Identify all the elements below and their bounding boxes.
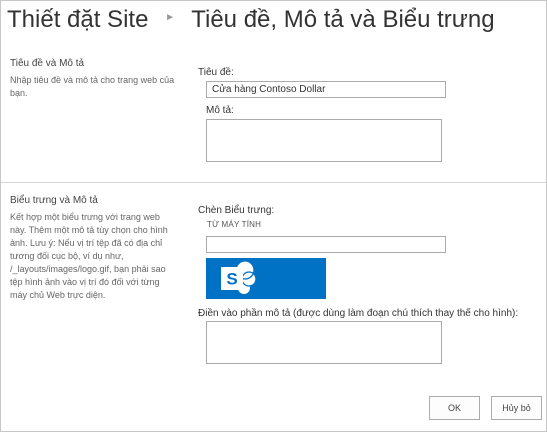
sharepoint-logo-icon: S [221,260,257,294]
title-section-heading: Tiêu đề và Mô tả [10,58,85,69]
title-section-description: Nhập tiêu đề và mô tả cho trang web của … [10,75,175,98]
dialog-frame: Thiết đặt Site ► Tiêu đề, Mô tả và Biểu … [0,0,547,432]
page-title-text: Tiêu đề, Mô tả và Biểu trưng [191,6,495,33]
description-textarea[interactable] [206,119,442,162]
title-field-label: Tiêu đề: [198,67,234,78]
svg-text:S: S [226,270,237,289]
insert-logo-label: Chèn Biểu trưng: [198,205,275,216]
cancel-button[interactable]: Hủy bỏ [491,396,542,420]
logo-section-heading: Biểu trưng và Mô tả [10,195,98,206]
logo-url-input[interactable] [206,236,446,253]
logo-preview: S [206,258,326,299]
section-divider [1,182,546,183]
breadcrumb-separator-icon: ► [165,11,175,23]
alt-text-label: Điền vào phần mô tả (được dùng làm đoạn … [198,308,519,319]
page-title: Thiết đặt Site ► Tiêu đề, Mô tả và Biểu … [7,3,495,37]
logo-section-description: Kết hợp một biểu trưng với trang web này… [10,212,168,300]
alt-text-textarea[interactable] [206,321,442,364]
ok-button[interactable]: OK [429,396,480,420]
title-input[interactable] [206,81,446,98]
breadcrumb-root[interactable]: Thiết đặt Site [7,6,148,33]
from-computer-link[interactable]: TỪ MÁY TÍNH [207,220,261,229]
description-field-label: Mô tả: [206,105,234,116]
